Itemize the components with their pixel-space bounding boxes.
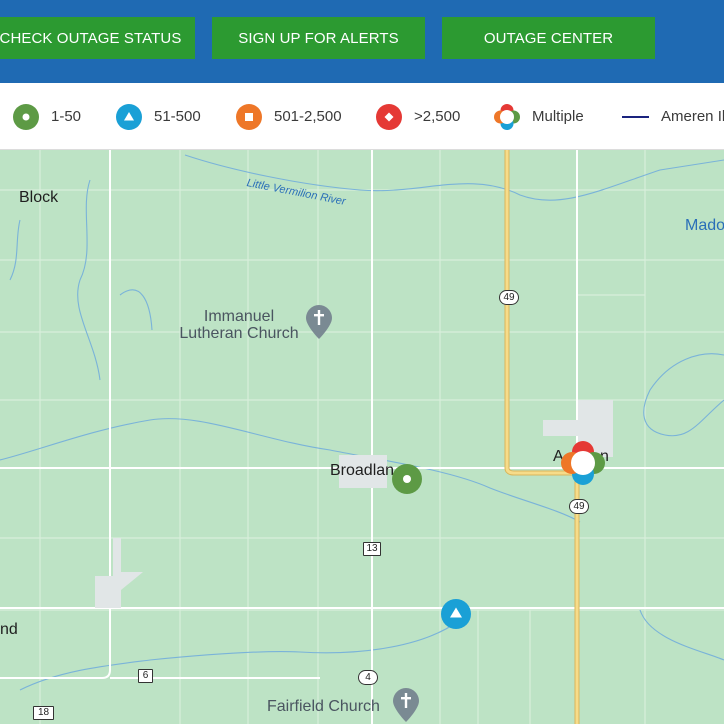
- route-6-shield: 6: [138, 669, 153, 683]
- route-18-shield: 18: [33, 706, 54, 720]
- legend-label: Ameren Il: [661, 108, 724, 125]
- legend-label: Multiple: [532, 108, 584, 125]
- map-base-layer: [0, 150, 724, 724]
- orange-square-icon: [236, 103, 262, 130]
- outage-center-button[interactable]: OUTAGE CENTER: [442, 17, 655, 59]
- poi-immanuel-lutheran-church: Immanuel Lutheran Church: [174, 308, 304, 342]
- town-label-broadlands: Broadlan: [330, 462, 395, 479]
- church-pin-icon[interactable]: [306, 305, 332, 339]
- green-circle-icon: [13, 103, 39, 130]
- town-label-block: Block: [19, 189, 59, 206]
- church-pin-icon[interactable]: [393, 688, 419, 722]
- route-13-shield: 13: [363, 542, 381, 556]
- red-diamond-icon: [376, 103, 402, 130]
- legend-item-service-area: Ameren Il: [622, 83, 724, 149]
- check-outage-status-button[interactable]: CHECK OUTAGE STATUS: [0, 17, 195, 59]
- legend-item-1-50: 1-50: [13, 83, 82, 149]
- route-49-shield: 49: [569, 499, 589, 514]
- blue-triangle-icon: [116, 103, 142, 130]
- top-navigation-bar: CHECK OUTAGE STATUS SIGN UP FOR ALERTS O…: [0, 0, 724, 83]
- outage-marker-green-circle-icon[interactable]: [391, 463, 423, 495]
- route-49-shield: 49: [499, 290, 519, 305]
- legend-item-multiple: Multiple: [494, 83, 584, 149]
- legend-label: 51-500: [154, 108, 201, 125]
- route-4-shield: 4: [358, 670, 378, 685]
- legend-label: 1-50: [51, 108, 82, 125]
- town-label-partial: nd: [0, 621, 18, 638]
- poi-label-line-2: Lutheran Church: [179, 325, 299, 342]
- legend-label: 501-2,500: [274, 108, 342, 125]
- outage-legend: 1-50 51-500 501-2,500 >2,500 Multiple Am…: [0, 83, 724, 150]
- legend-item-501-2500: 501-2,500: [236, 83, 342, 149]
- legend-item-51-500: 51-500: [116, 83, 201, 149]
- service-line-icon: [622, 115, 649, 118]
- outage-marker-blue-triangle-icon[interactable]: [440, 598, 472, 630]
- legend-label: >2,500: [414, 108, 461, 125]
- sign-up-for-alerts-button[interactable]: SIGN UP FOR ALERTS: [212, 17, 425, 59]
- town-label-madison: Mado: [685, 217, 724, 234]
- outage-map[interactable]: Block Broadlan A n Mado nd Little Vermil…: [0, 150, 724, 724]
- outage-marker-multiple-icon[interactable]: [561, 441, 605, 485]
- poi-fairfield-church: Fairfield Church: [267, 698, 380, 715]
- legend-item-over-2500: >2,500: [376, 83, 461, 149]
- multiple-icon: [494, 103, 520, 130]
- poi-label-line-1: Immanuel: [203, 308, 275, 325]
